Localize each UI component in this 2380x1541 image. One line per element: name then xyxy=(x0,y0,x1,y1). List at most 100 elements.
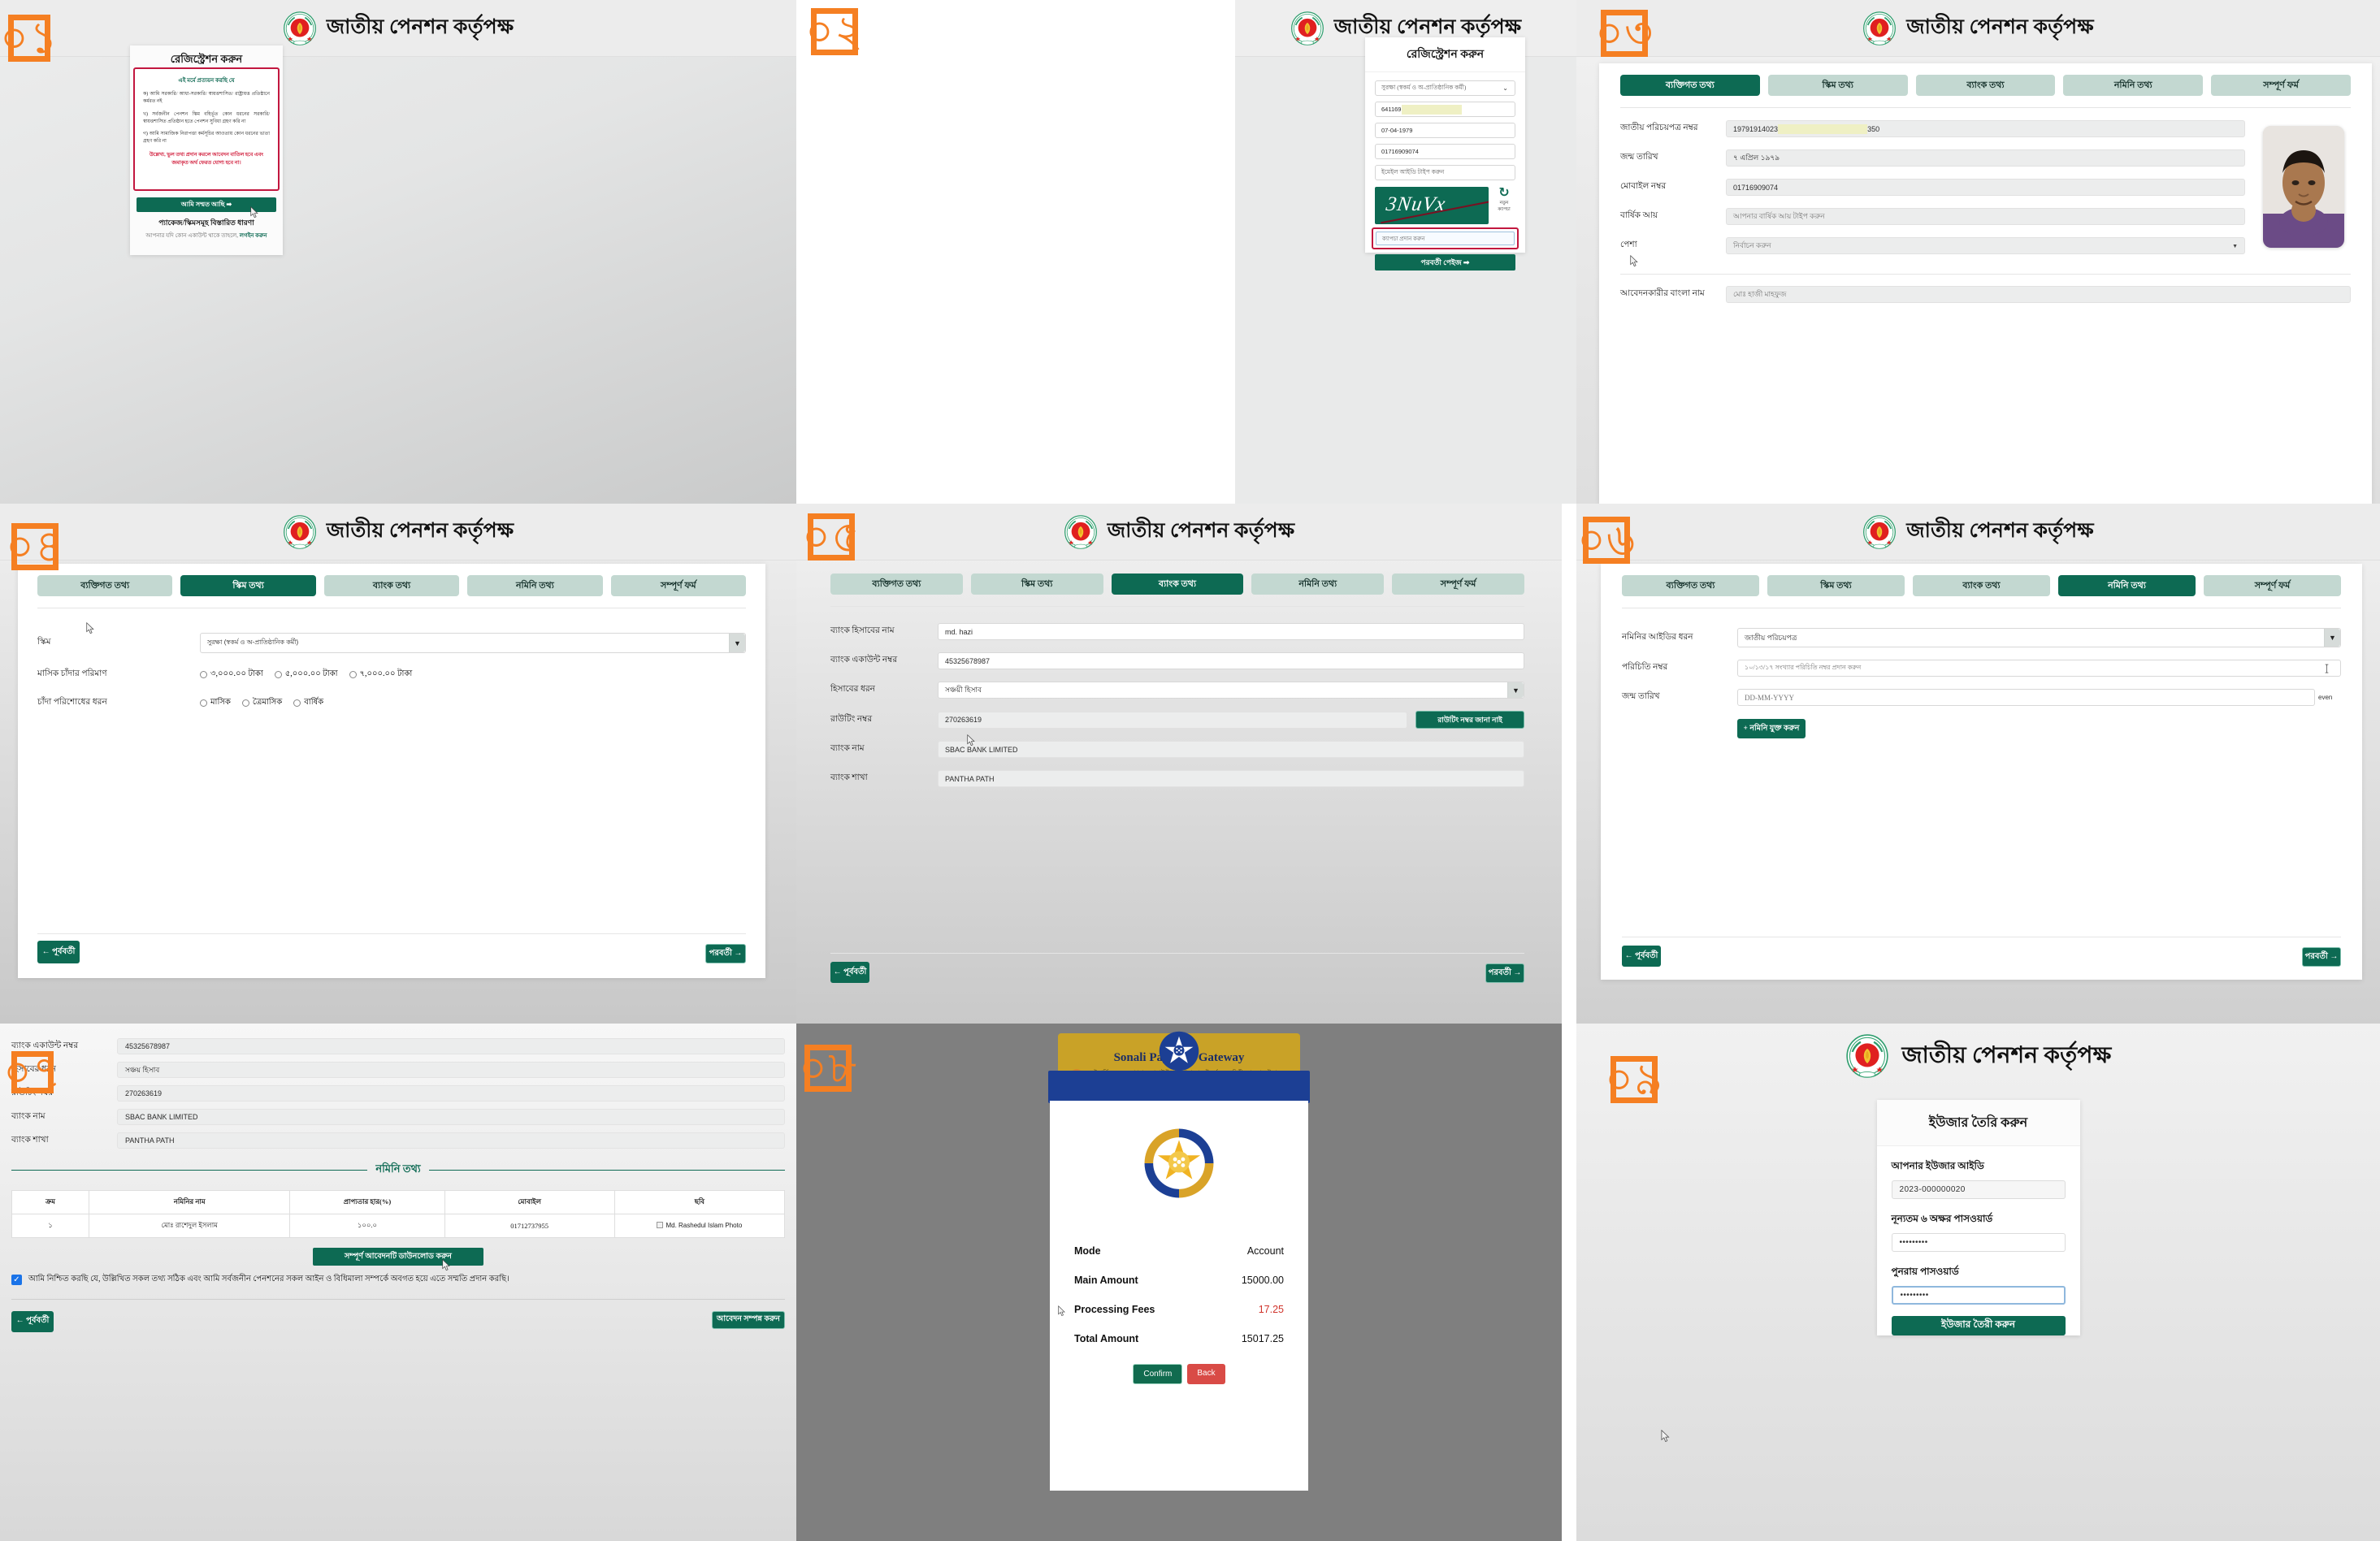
mouse-cursor-icon xyxy=(1630,255,1639,267)
bangla-name-field: মোঃ হাজী মাহফুজ xyxy=(1726,286,2351,303)
redaction-highlight xyxy=(1402,104,1463,115)
radio-option[interactable]: মাসিক xyxy=(200,696,231,710)
mobile-value: 01716909074 xyxy=(1381,148,1419,155)
bank-account-name-input[interactable]: md. hazi xyxy=(938,623,1524,640)
radio-label: ৫,০০০.০০ টাকা xyxy=(284,669,338,678)
tab-bank-info[interactable]: ব্যাংক তথ্য xyxy=(1915,75,2056,96)
tab-scheme-info[interactable]: স্কিম তথ্য xyxy=(180,575,316,596)
tab-scheme-info[interactable]: স্কিম তথ্য xyxy=(1767,575,1905,596)
nid-input[interactable]: 641169 xyxy=(1375,102,1515,117)
field-row-nominee-dob: জন্ম তারিখ DD-MM-YYYY even xyxy=(1622,689,2341,706)
tab-personal-info[interactable]: ব্যক্তিগত তথ্য xyxy=(37,575,173,596)
radio-option[interactable]: ৩,০০০.০০ টাকা xyxy=(200,668,263,682)
prev-button[interactable]: ← পূর্ববর্তী xyxy=(830,962,869,983)
tab-full-form[interactable]: সম্পূর্ণ ফর্ম xyxy=(2211,75,2351,96)
payment-row-processing-fees: Processing Fees 17.25 xyxy=(1074,1304,1284,1315)
prev-button[interactable]: ← পূর্ববর্তী xyxy=(1622,946,1661,967)
next-button[interactable]: পরবর্তী → xyxy=(705,944,746,963)
account-type-select[interactable]: সঞ্চয়ী হিসাব ▼ xyxy=(938,682,1524,699)
captcha-refresh[interactable]: ↻ নতুন ক্যাপচা xyxy=(1493,187,1515,213)
radio-circle-icon[interactable] xyxy=(349,671,357,678)
nominee-id-type-select[interactable]: জাতীয় পরিচয়পত্র ▼ xyxy=(1737,628,2341,647)
package-info-link[interactable]: প্যাকেজ/স্কিমসমূহ বিস্তারিত ধারণা xyxy=(130,217,283,229)
nominee-section-title: নমিনি তথ্য xyxy=(375,1162,421,1175)
panel-02: জাতীয় পেনশন কর্তৃপক্ষ রেজিস্ট্রেশন করুন… xyxy=(796,0,1576,504)
next-button[interactable]: পরবর্তী → xyxy=(1485,963,1524,983)
contribution-radio-group: ৩,০০০.০০ টাকা ৫,০০০.০০ টাকা ৭,০০০.০০ টাক… xyxy=(200,668,412,682)
prev-button[interactable]: ← পূর্ববর্তী xyxy=(11,1310,54,1332)
radio-option[interactable]: ত্রৈমাসিক xyxy=(241,696,282,710)
radio-circle-icon[interactable] xyxy=(241,699,249,707)
tab-scheme-info[interactable]: স্কিম তথ্য xyxy=(970,574,1103,595)
userid-input[interactable]: 2023-000000020 xyxy=(1891,1180,2066,1199)
tab-full-form[interactable]: সম্পূর্ণ ফর্ম xyxy=(610,575,747,596)
login-link[interactable]: লগইন করুন xyxy=(240,232,267,239)
agree-button[interactable]: আমি সম্মত আছি ➡ xyxy=(137,197,276,212)
radio-circle-icon[interactable] xyxy=(274,671,282,678)
password-input[interactable]: ••••••••• xyxy=(1891,1233,2066,1252)
field-label: পেশা xyxy=(1620,240,1637,249)
radio-option[interactable]: ৭,০০০.০০ টাকা xyxy=(349,668,412,682)
field-row-profession: পেশা নির্বাচন করুন ▼ xyxy=(1620,237,2245,254)
captcha-input[interactable]: ক্যাপচা প্রদান করুন xyxy=(1376,232,1515,245)
dob-input[interactable]: 07-04-1979 xyxy=(1375,123,1515,138)
consent-checkbox[interactable]: ✓ xyxy=(11,1275,22,1285)
divider-line xyxy=(11,1170,368,1171)
field-label: চাঁদা পরিশোধের ধরন xyxy=(37,698,107,707)
tab-full-form[interactable]: সম্পূর্ণ ফর্ম xyxy=(2204,575,2341,596)
tab-personal-info[interactable]: ব্যক্তিগত তথ্য xyxy=(830,574,963,595)
back-button[interactable]: Back xyxy=(1187,1364,1225,1384)
submit-application-button[interactable]: আবেদন সম্পন্ন করুন xyxy=(712,1310,785,1329)
nominee-id-number-input[interactable]: ১০/১৩/১৭ সংখ্যার পরিচিতি নম্বর প্রদান কর… xyxy=(1737,660,2341,677)
next-page-button[interactable]: পরবর্তী পেইজ ➡ xyxy=(1375,254,1515,271)
step-badge: ০২ xyxy=(804,7,865,56)
radio-option[interactable]: বার্ষিক xyxy=(293,696,323,710)
nominee-dob-input[interactable]: DD-MM-YYYY xyxy=(1737,689,2315,706)
profession-select[interactable]: নির্বাচন করুন ▼ xyxy=(1726,237,2245,254)
confirm-password-input[interactable]: ••••••••• xyxy=(1891,1286,2066,1305)
scheme-select[interactable]: সুরক্ষা (স্বকর্ম ও অ-প্রাতিষ্ঠানিক কর্মী… xyxy=(1375,80,1515,96)
tab-nominee-info[interactable]: নমিনি তথ্য xyxy=(467,575,603,596)
cell-photo: Md. Rashedul Islam Photo xyxy=(613,1214,786,1238)
radio-circle-icon[interactable] xyxy=(200,699,207,707)
mobile-input[interactable]: 01716909074 xyxy=(1375,144,1515,159)
radio-circle-icon[interactable] xyxy=(200,671,207,678)
radio-circle-icon[interactable] xyxy=(293,699,301,707)
tab-personal-info[interactable]: ব্যক্তিগত তথ্য xyxy=(1620,75,1760,96)
step-badge: ০৯ xyxy=(1604,1055,1664,1104)
form-tabs: ব্যক্তিগত তথ্য স্কিম তথ্য ব্যাংক তথ্য নম… xyxy=(37,564,747,596)
annual-income-input[interactable]: আপনার বার্ষিক আয় টাইপ করুন xyxy=(1726,208,2245,225)
field-label: জন্ম তারিখ xyxy=(1620,153,1658,162)
column-header-sl: ক্রম xyxy=(11,1190,90,1214)
bangladesh-govt-emblem-icon xyxy=(283,11,317,45)
gateway-blue-band xyxy=(1048,1071,1310,1103)
tab-personal-info[interactable]: ব্যক্তিগত তথ্য xyxy=(1622,575,1759,596)
page-header: জাতীয় পেনশন কর্তৃপক্ষ xyxy=(1576,0,2380,57)
dob-field: ৭ এপ্রিল ১৯৭৯ xyxy=(1726,149,2245,167)
create-user-card: ইউজার তৈরি করুন আপনার ইউজার আইডি 2023-00… xyxy=(1876,1100,2080,1335)
add-nominee-button[interactable]: + নমিনি যুক্ত করুন xyxy=(1737,719,1806,738)
tab-scheme-info[interactable]: স্কিম তথ্য xyxy=(1767,75,1908,96)
tab-full-form[interactable]: সম্পূর্ণ ফর্ম xyxy=(1392,574,1524,595)
screenshot-grid: জাতীয় পেনশন কর্তৃপক্ষ রেজিস্ট্রেশন করুন… xyxy=(0,0,2380,1541)
tab-bank-info[interactable]: ব্যাংক তথ্য xyxy=(1913,575,2050,596)
email-input[interactable]: ইমেইল আইডি টাইপ করুন xyxy=(1375,165,1515,180)
chevron-down-icon: ▼ xyxy=(2324,629,2340,647)
tab-bank-info[interactable]: ব্যাংক তথ্য xyxy=(1111,574,1244,595)
next-button[interactable]: পরবর্তী → xyxy=(2302,947,2341,967)
scheme-select[interactable]: সুরক্ষা (স্বকর্ম ও অ-প্রাতিষ্ঠানিক কর্মী… xyxy=(200,633,746,653)
refresh-captcha-icon[interactable]: ↻ xyxy=(1493,187,1515,200)
bank-account-number-input[interactable]: 45325678987 xyxy=(938,652,1524,669)
tab-nominee-info[interactable]: নমিনি তথ্য xyxy=(2058,575,2196,596)
tab-nominee-info[interactable]: নমিনি তথ্য xyxy=(1251,574,1385,595)
tab-bank-info[interactable]: ব্যাংক তথ্য xyxy=(323,575,460,596)
prev-button[interactable]: ← পূর্ববর্তী xyxy=(37,941,80,963)
confirm-button[interactable]: Confirm xyxy=(1133,1364,1183,1384)
download-application-button[interactable]: সম্পূর্ণ আবেদনটি ডাউনলোড করুন xyxy=(313,1248,483,1266)
radio-option[interactable]: ৫,০০০.০০ টাকা xyxy=(274,668,338,682)
routing-help-button[interactable]: রাউটিং নম্বর জানা নাই xyxy=(1415,711,1524,729)
tab-nominee-info[interactable]: নমিনি তথ্য xyxy=(2063,75,2204,96)
bank-branch-field: PANTHA PATH xyxy=(117,1132,785,1149)
password-label: নূন্যতম ৬ অক্ষর পাসওয়ার্ড xyxy=(1891,1213,1993,1224)
create-user-button[interactable]: ইউজার তৈরী করুন xyxy=(1891,1316,2066,1335)
